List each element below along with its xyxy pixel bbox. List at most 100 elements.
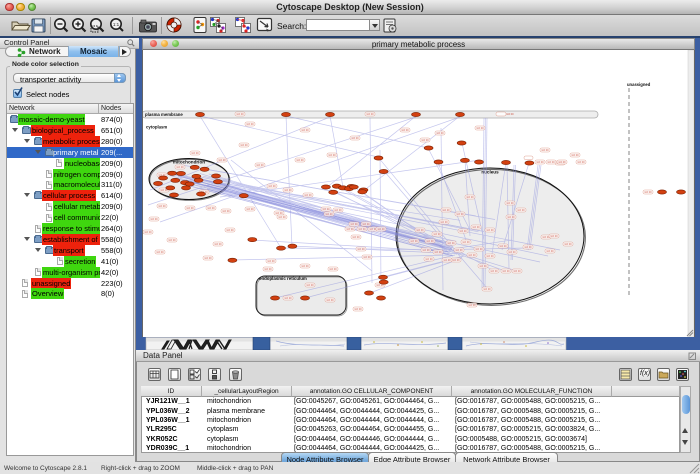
svg-text:GO:00: GO:00 [452, 259, 460, 262]
svg-text:GO:00: GO:00 [358, 228, 366, 231]
svg-text:GO:00: GO:00 [325, 213, 333, 216]
svg-text:GO:00: GO:00 [475, 248, 483, 251]
svg-text:GO:00: GO:00 [507, 216, 515, 219]
svg-text:GO:00: GO:00 [468, 304, 476, 307]
svg-text:GO:00: GO:00 [536, 161, 544, 164]
svg-text:GO:00: GO:00 [191, 152, 199, 155]
svg-text:GO:00: GO:00 [401, 129, 409, 132]
svg-text:GO:00: GO:00 [346, 228, 354, 231]
svg-text:GO:00: GO:00 [362, 223, 370, 226]
svg-text:GO:00: GO:00 [410, 240, 418, 243]
svg-text:GO:00: GO:00 [246, 123, 254, 126]
svg-text:GO:00: GO:00 [483, 288, 491, 291]
svg-text:GO:00: GO:00 [422, 249, 430, 252]
svg-text:GO:00: GO:00 [558, 161, 566, 164]
svg-text:GO:00: GO:00 [236, 113, 244, 116]
svg-text:GO:00: GO:00 [550, 235, 558, 238]
svg-text:GO:00: GO:00 [296, 159, 304, 162]
svg-text:GO:00: GO:00 [246, 208, 254, 211]
svg-text:GO:00: GO:00 [329, 268, 337, 271]
svg-text:GO:00: GO:00 [268, 185, 276, 188]
svg-text:GO:00: GO:00 [440, 221, 448, 224]
svg-text:GO:00: GO:00 [547, 161, 555, 164]
svg-text:GO:00: GO:00 [226, 229, 234, 232]
svg-text:GO:00: GO:00 [472, 226, 480, 229]
svg-text:GO:00: GO:00 [416, 229, 424, 232]
svg-text:GO:00: GO:00 [513, 270, 521, 273]
svg-text:GO:00: GO:00 [351, 137, 359, 140]
svg-text:GO:00: GO:00 [328, 154, 336, 157]
svg-text:GO:00: GO:00 [156, 251, 164, 254]
svg-text:GO:00: GO:00 [350, 223, 358, 226]
svg-text:GO:00: GO:00 [218, 159, 226, 162]
svg-text:GO:00: GO:00 [376, 284, 384, 287]
svg-text:GO:00: GO:00 [284, 297, 292, 300]
svg-text:GO:00: GO:00 [506, 202, 514, 205]
svg-text:GO:00: GO:00 [421, 139, 429, 142]
svg-text:GO:00: GO:00 [334, 209, 342, 212]
svg-text:GO:00: GO:00 [502, 270, 510, 273]
svg-text:GO:00: GO:00 [357, 248, 365, 251]
svg-text:GO:00: GO:00 [158, 205, 166, 208]
svg-text:GO:00: GO:00 [436, 132, 444, 135]
svg-text:GO:00: GO:00 [571, 154, 579, 157]
svg-text:GO:00: GO:00 [301, 265, 309, 268]
svg-text:GO:00: GO:00 [455, 249, 463, 252]
svg-text:GO:00: GO:00 [256, 164, 264, 167]
svg-text:GO:00: GO:00 [207, 207, 215, 210]
svg-text:endoplasmic reticulum: endoplasmic reticulum [259, 276, 307, 281]
svg-text:GO:00: GO:00 [456, 213, 464, 216]
svg-text:GO:00: GO:00 [377, 228, 385, 231]
svg-text:GO:00: GO:00 [462, 241, 470, 244]
svg-text:GO:00: GO:00 [476, 127, 484, 130]
svg-text:GO:00: GO:00 [434, 251, 442, 254]
svg-text:GO:00: GO:00 [459, 230, 467, 233]
svg-text:GO:00: GO:00 [479, 265, 487, 268]
svg-text:GO:00: GO:00 [644, 191, 652, 194]
svg-text:GO:00: GO:00 [486, 229, 494, 232]
svg-text:GO:00: GO:00 [490, 270, 498, 273]
svg-text:GO:00: GO:00 [322, 208, 330, 211]
svg-text:GO:00: GO:00 [306, 284, 314, 287]
svg-text:cytoplasm: cytoplasm [146, 125, 167, 130]
svg-text:GO:00: GO:00 [264, 268, 272, 271]
svg-text:GO:00: GO:00 [524, 246, 532, 249]
svg-text:GO:00: GO:00 [204, 257, 212, 260]
svg-text:GO:00: GO:00 [443, 259, 451, 262]
svg-text:GO:00: GO:00 [214, 243, 222, 246]
svg-text:GO:00: GO:00 [168, 239, 176, 242]
svg-text:GO:00: GO:00 [144, 231, 152, 234]
svg-text:GO:00: GO:00 [447, 242, 455, 245]
svg-text:GO:00: GO:00 [240, 144, 248, 147]
svg-text:GO:00: GO:00 [425, 258, 433, 261]
svg-text:GO:00: GO:00 [546, 250, 554, 253]
svg-text:GO:00: GO:00 [442, 209, 450, 212]
svg-text:GO:00: GO:00 [577, 161, 585, 164]
svg-text:GO:00: GO:00 [176, 166, 184, 169]
svg-text:GO:00: GO:00 [278, 216, 286, 219]
svg-text:GO:00: GO:00 [506, 113, 514, 116]
svg-text:GO:00: GO:00 [150, 218, 158, 221]
svg-text:GO:00: GO:00 [517, 209, 525, 212]
svg-text:GO:00: GO:00 [433, 233, 441, 236]
svg-text:1:1: 1:1 [113, 22, 120, 27]
svg-text:GO:00: GO:00 [275, 212, 283, 215]
svg-text:GO:00: GO:00 [564, 243, 572, 246]
svg-text:GO:00: GO:00 [326, 299, 334, 302]
svg-text:GO:00: GO:00 [222, 210, 230, 213]
svg-text:GO:00: GO:00 [352, 236, 360, 239]
svg-text:GO:00: GO:00 [304, 194, 312, 197]
svg-text:GO:00: GO:00 [508, 251, 516, 254]
svg-text:GO:00: GO:00 [267, 260, 275, 263]
svg-text:plasma membrane: plasma membrane [145, 112, 183, 117]
svg-text:GO:00: GO:00 [301, 129, 309, 132]
svg-text:GO:00: GO:00 [363, 256, 371, 259]
svg-text:nucleus: nucleus [481, 170, 499, 175]
svg-text:GO:00: GO:00 [466, 196, 474, 199]
svg-text:GO:00: GO:00 [366, 113, 374, 116]
svg-text:GO:00: GO:00 [468, 254, 476, 257]
svg-text:GO:00: GO:00 [284, 189, 292, 192]
svg-text:GO:00: GO:00 [541, 149, 549, 152]
svg-text:GO:00: GO:00 [499, 245, 507, 248]
svg-text:unassigned: unassigned [627, 82, 651, 87]
